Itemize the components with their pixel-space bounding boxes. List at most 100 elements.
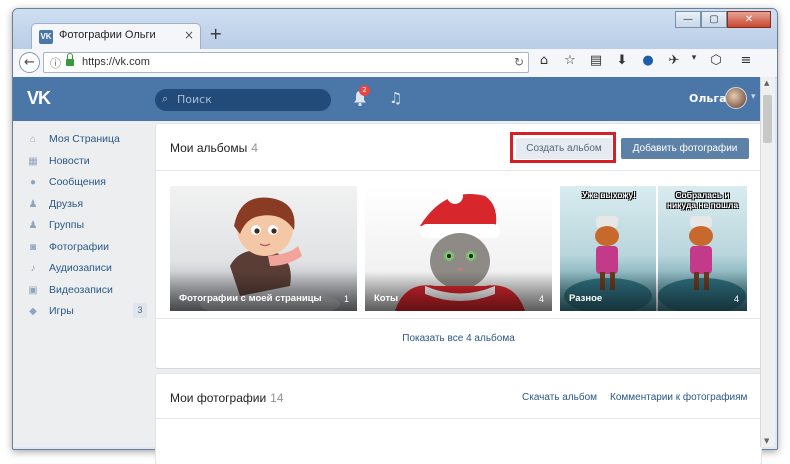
music-icon[interactable]: ♫ xyxy=(389,89,402,107)
photo-comments-link[interactable]: Комментарии к фотографиям xyxy=(610,392,747,403)
sidebar-item-label: Друзья xyxy=(49,197,84,210)
video-icon: ▣ xyxy=(28,284,38,296)
meme-caption-right: Собралась и никуда не пошла xyxy=(666,190,739,210)
vk-favicon-icon: VK xyxy=(39,30,53,44)
sidebar-item-audio[interactable]: ♪ Аудиозаписи xyxy=(27,260,147,282)
highlight-frame xyxy=(510,132,616,163)
extension-bird-icon[interactable]: ✈ xyxy=(665,53,683,68)
album-count: 4 xyxy=(733,294,739,304)
avatar[interactable] xyxy=(725,87,747,109)
sidebar-item-groups[interactable]: ♟ Группы xyxy=(27,217,147,239)
notification-badge: 2 xyxy=(359,85,370,96)
back-button[interactable]: ← xyxy=(19,52,40,73)
album-card-cats[interactable]: Коты 4 xyxy=(365,186,552,311)
search-input[interactable]: ⌕ Поиск xyxy=(155,89,331,111)
sidebar-item-news[interactable]: ▦ Новости xyxy=(27,153,147,175)
sidebar-item-friends[interactable]: ♟ Друзья xyxy=(27,196,147,218)
add-photos-button[interactable]: Добавить фотографии xyxy=(621,138,749,159)
sidebar-item-label: Видеозаписи xyxy=(49,283,113,296)
sidebar-item-label: Фотографии xyxy=(49,240,110,253)
album-card-profile-photos[interactable]: Фотографии с моей страницы 1 xyxy=(170,186,357,311)
games-count-badge: 3 xyxy=(133,303,147,318)
meme-caption-left: Уже выхожу! xyxy=(582,190,636,200)
albums-title: Мои альбомы 4 xyxy=(170,141,258,155)
sidebar-item-label: Аудиозаписи xyxy=(49,262,112,274)
news-icon: ▦ xyxy=(28,155,38,167)
extension-hex-icon[interactable]: ⬡ xyxy=(707,53,725,68)
address-bar[interactable]: ⓘ https://vk.com ↻ xyxy=(43,52,529,73)
photos-card: Мои фотографии 14 Скачать альбом Коммента… xyxy=(156,374,761,464)
divider xyxy=(156,318,761,319)
albums-title-text: Мои альбомы xyxy=(170,141,248,155)
browser-tab[interactable]: VK Фотографии Ольги × xyxy=(31,23,201,49)
show-all-albums-link[interactable]: Показать все 4 альбома xyxy=(156,333,761,344)
divider xyxy=(156,170,761,171)
album-count: 1 xyxy=(343,294,349,304)
album-overlay xyxy=(365,271,552,311)
browser-toolbar: ← ⓘ https://vk.com ↻ ⌂ ☆ ▤ ⬇ ● ✈ ▾ ⬡ ≡ xyxy=(13,49,777,78)
window-controls: — ▢ ✕ xyxy=(675,11,771,28)
sidebar-item-label: Сообщения xyxy=(49,176,106,188)
sidebar-item-label: Группы xyxy=(49,219,84,231)
friends-icon: ♟ xyxy=(28,198,38,210)
audio-icon: ♪ xyxy=(30,263,36,274)
search-placeholder: Поиск xyxy=(177,93,212,106)
gamepad-icon: ◆ xyxy=(29,306,37,317)
photos-title: Мои фотографии 14 xyxy=(170,391,284,405)
tab-title: Фотографии Ольги xyxy=(59,29,156,41)
camera-icon: ◙ xyxy=(29,241,37,253)
album-count: 4 xyxy=(538,294,544,304)
album-label: Коты xyxy=(374,293,399,304)
extension-globe-icon[interactable]: ● xyxy=(639,53,657,68)
lock-icon xyxy=(66,53,74,67)
reading-list-icon[interactable]: ▤ xyxy=(587,53,605,68)
sidebar-item-games[interactable]: ◆ Игры 3 xyxy=(27,303,147,325)
album-overlay xyxy=(170,271,357,311)
photos-count: 14 xyxy=(270,391,284,405)
tab-close-icon[interactable]: × xyxy=(184,28,194,42)
album-label: Разное xyxy=(569,293,603,304)
new-tab-button[interactable]: + xyxy=(209,24,222,43)
albums-card: Мои альбомы 4 Создать альбом Добавить фот… xyxy=(156,124,761,368)
user-name[interactable]: Ольга xyxy=(689,92,727,105)
album-card-misc[interactable]: Уже выхожу! Собралась и никуда не пошла … xyxy=(560,186,747,311)
divider xyxy=(156,418,761,419)
vk-logo[interactable]: VK xyxy=(27,88,51,109)
sidebar-item-messages[interactable]: ● Сообщения xyxy=(27,174,147,196)
info-icon[interactable]: ⓘ xyxy=(50,55,61,71)
album-overlay xyxy=(560,271,747,311)
vk-header: VK ⌕ Поиск 2 ♫ Ольга ▾ xyxy=(13,77,775,121)
sidebar-item-label: Новости xyxy=(49,154,90,167)
scroll-up-icon[interactable]: ▲ xyxy=(764,79,769,87)
sidebar-item-label: Моя Страница xyxy=(49,133,120,145)
search-icon: ⌕ xyxy=(162,92,169,105)
photos-title-text: Мои фотографии xyxy=(170,391,267,405)
vk-page: VK ⌕ Поиск 2 ♫ Ольга ▾ ⌂ Моя Страница ▦ … xyxy=(13,77,775,464)
chevron-down-icon[interactable]: ▾ xyxy=(751,92,756,102)
scroll-down-icon[interactable]: ▼ xyxy=(764,437,769,445)
download-album-link[interactable]: Скачать альбом xyxy=(522,392,597,403)
title-bar: VK Фотографии Ольги × + — ▢ ✕ xyxy=(13,9,777,49)
page-scrollbar[interactable]: ▲ ▼ xyxy=(760,77,775,447)
sidebar-item-my-page[interactable]: ⌂ Моя Страница xyxy=(27,131,147,153)
album-label: Фотографии с моей страницы xyxy=(179,293,322,304)
scroll-thumb[interactable] xyxy=(763,95,772,143)
overflow-chevron-icon[interactable]: ▾ xyxy=(685,53,703,63)
minimize-button[interactable]: — xyxy=(675,11,701,28)
menu-icon[interactable]: ≡ xyxy=(737,53,755,68)
sidebar: ⌂ Моя Страница ▦ Новости ● Сообщения ♟ Д… xyxy=(27,131,147,325)
url-text: https://vk.com xyxy=(82,56,150,68)
sidebar-item-photos[interactable]: ◙ Фотографии xyxy=(27,239,147,261)
sidebar-item-video[interactable]: ▣ Видеозаписи xyxy=(27,282,147,304)
sidebar-item-label: Игры xyxy=(49,305,74,317)
maximize-button[interactable]: ▢ xyxy=(701,11,727,28)
home-icon[interactable]: ⌂ xyxy=(535,53,553,68)
groups-icon: ♟ xyxy=(28,220,38,231)
close-window-button[interactable]: ✕ xyxy=(727,11,771,28)
albums-count: 4 xyxy=(251,141,258,155)
bookmark-star-icon[interactable]: ☆ xyxy=(561,53,579,68)
reload-icon[interactable]: ↻ xyxy=(514,55,524,69)
home-icon: ⌂ xyxy=(29,134,37,145)
download-icon[interactable]: ⬇ xyxy=(613,53,631,68)
messages-icon: ● xyxy=(29,177,37,188)
